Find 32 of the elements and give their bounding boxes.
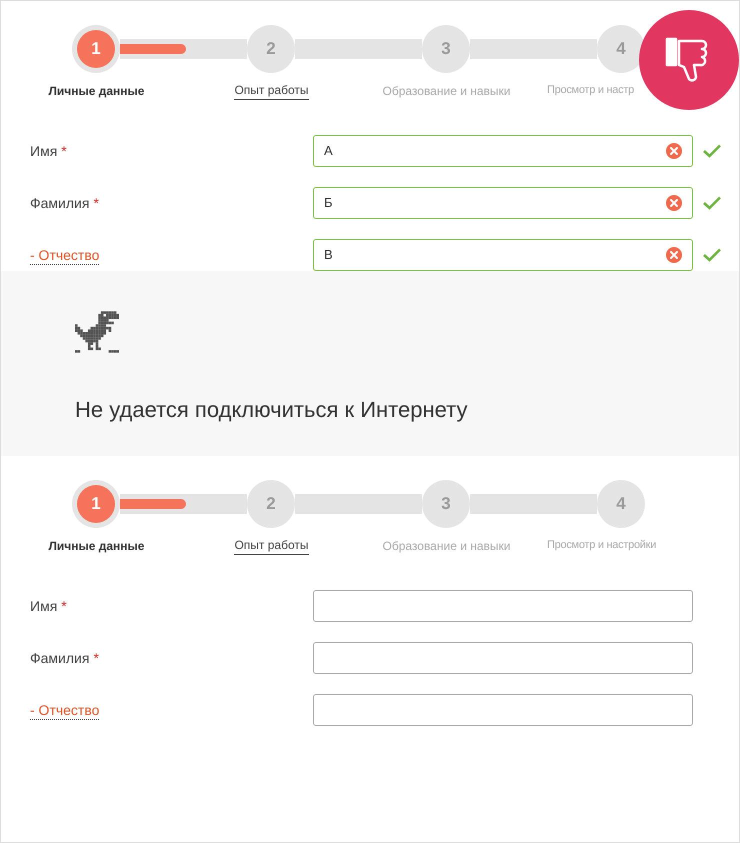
text-field[interactable] <box>313 590 693 622</box>
clear-icon[interactable] <box>666 195 682 211</box>
check-icon <box>703 248 721 262</box>
optional-label[interactable]: - Отчество <box>30 246 100 264</box>
field-label: Имя <box>30 596 58 616</box>
text-field[interactable]: В <box>313 239 693 271</box>
check-icon <box>703 144 721 158</box>
dinosaur-icon <box>75 311 119 353</box>
step-label[interactable]: Личные данные <box>48 82 144 100</box>
text-field[interactable] <box>313 694 693 726</box>
field-label: Фамилия <box>30 648 90 668</box>
required-asterisk: * <box>93 648 99 668</box>
clear-icon[interactable] <box>666 143 682 159</box>
field-label: Фамилия <box>30 194 90 212</box>
field-label: Имя <box>30 142 58 160</box>
step-label[interactable]: Личные данные <box>48 537 144 555</box>
step-label[interactable]: Просмотр и настройки <box>547 537 656 555</box>
required-asterisk: * <box>61 142 67 160</box>
step-label[interactable]: Просмотр и настр <box>547 82 634 100</box>
clear-icon[interactable] <box>666 247 682 263</box>
optional-label[interactable]: - Отчество <box>30 700 100 720</box>
text-field[interactable]: Б <box>313 187 693 219</box>
step-link[interactable]: Опыт работы <box>234 82 309 100</box>
required-asterisk: * <box>93 194 99 212</box>
step-label[interactable]: Образование и навыки <box>382 537 510 555</box>
required-asterisk: * <box>61 596 67 616</box>
text-field[interactable] <box>313 642 693 674</box>
check-icon <box>703 196 721 210</box>
step-label[interactable]: Образование и навыки <box>382 82 510 100</box>
error-message: Не удается подключиться к Интернету <box>75 396 468 424</box>
text-field[interactable]: А <box>313 135 693 167</box>
step-link[interactable]: Опыт работы <box>234 537 309 555</box>
